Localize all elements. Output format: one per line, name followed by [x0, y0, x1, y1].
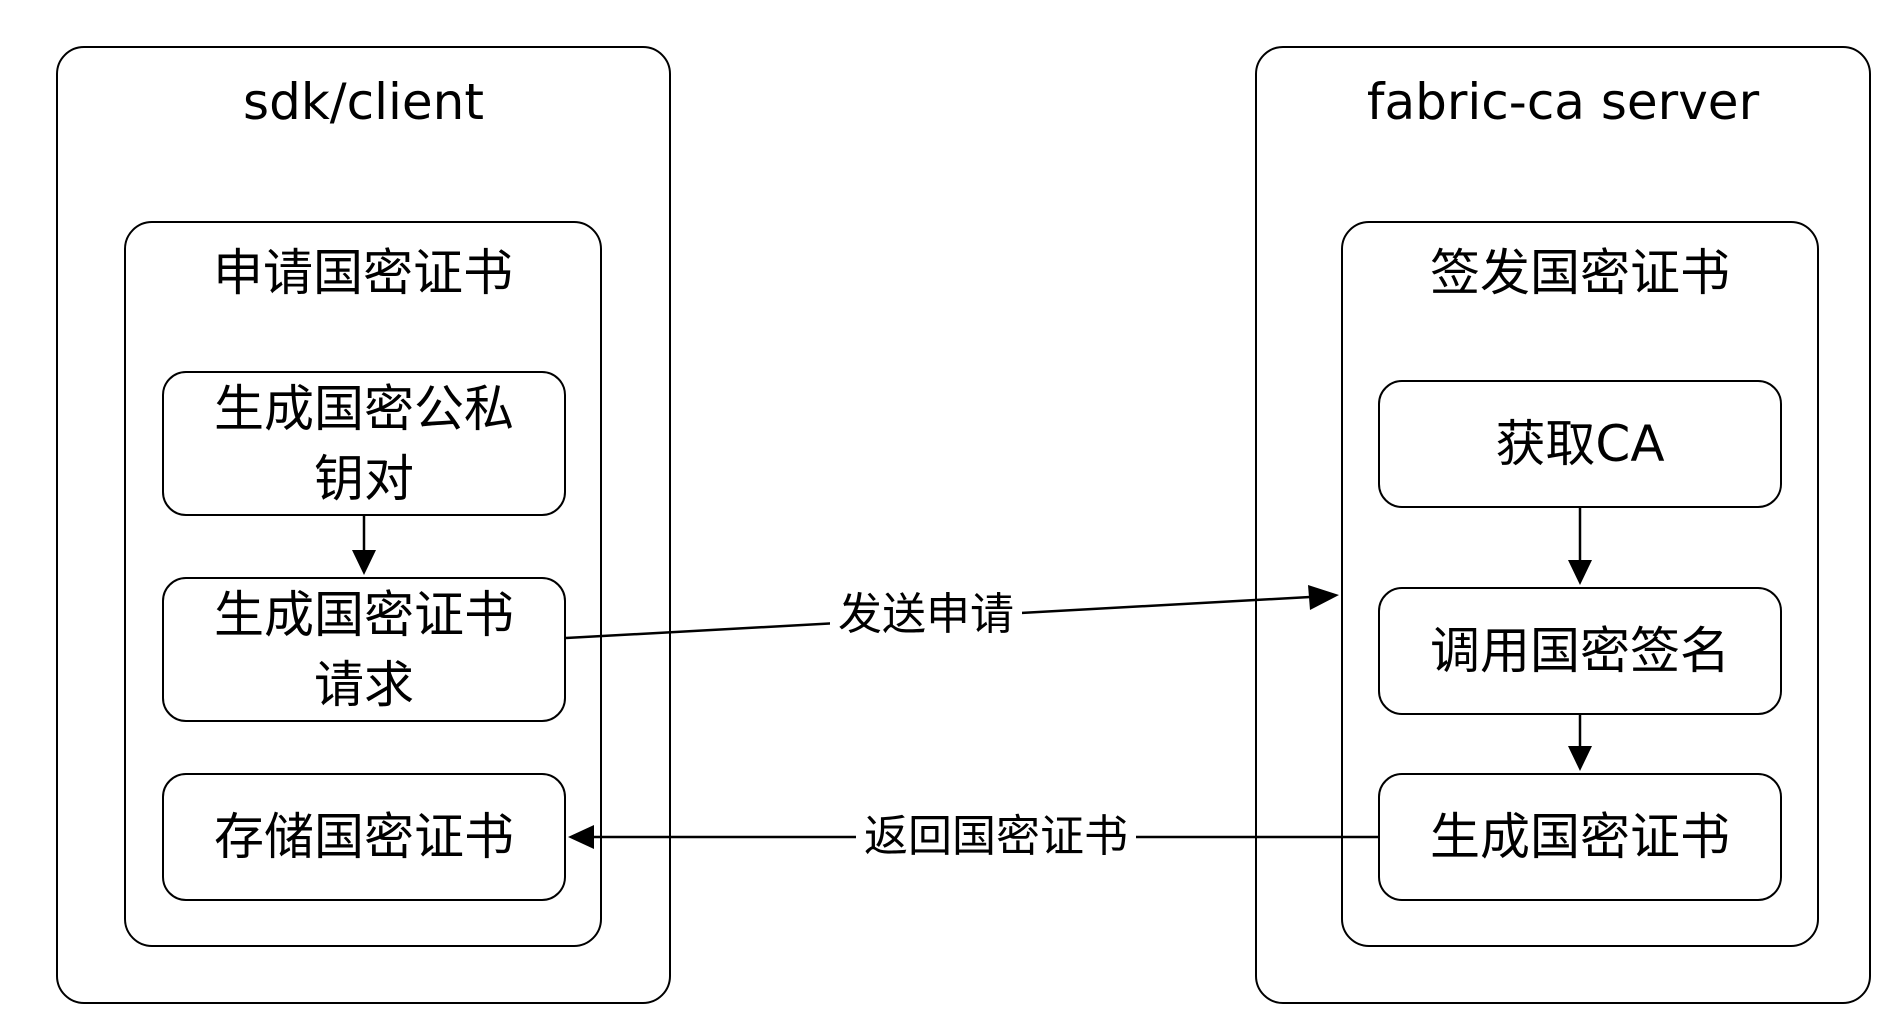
client-title: sdk/client [243, 73, 484, 131]
get-ca-label: 获取CA [1495, 415, 1665, 473]
store-cert-label: 存储国密证书 [214, 808, 514, 866]
client-group-title: 申请国密证书 [213, 244, 513, 302]
call-sign-node: 调用国密签名 [1378, 587, 1782, 715]
get-ca-node: 获取CA [1378, 380, 1782, 508]
store-cert-node: 存储国密证书 [162, 773, 566, 901]
generate-csr-node: 生成国密证书 请求 [162, 577, 566, 722]
return-cert-label: 返回国密证书 [856, 807, 1136, 867]
generate-cert-node: 生成国密证书 [1378, 773, 1782, 901]
call-sign-label: 调用国密签名 [1430, 622, 1730, 680]
send-request-label: 发送申请 [830, 585, 1022, 645]
generate-keypair-label: 生成国密公私 钥对 [214, 379, 514, 508]
server-title: fabric-ca server [1366, 73, 1760, 131]
server-group-title: 签发国密证书 [1430, 244, 1730, 302]
generate-csr-label: 生成国密证书 请求 [214, 585, 514, 714]
generate-cert-label: 生成国密证书 [1430, 808, 1730, 866]
generate-keypair-node: 生成国密公私 钥对 [162, 371, 566, 516]
